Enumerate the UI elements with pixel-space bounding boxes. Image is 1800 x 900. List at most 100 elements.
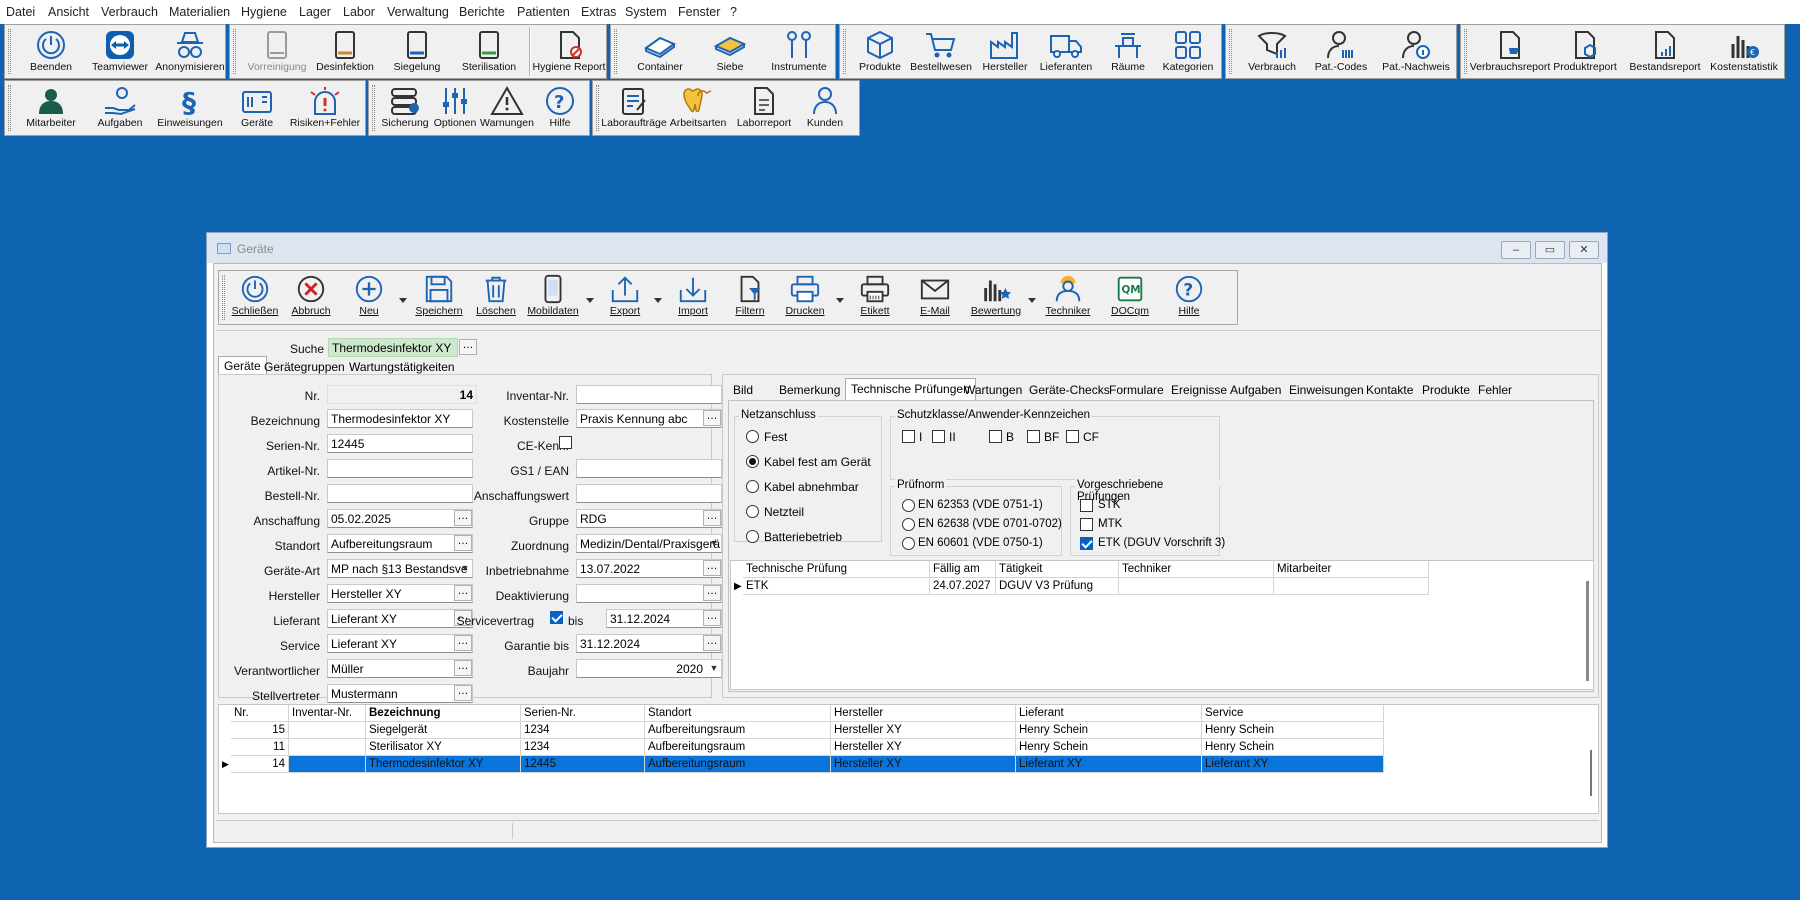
schutzklasse-cf-checkbox[interactable] — [1066, 430, 1079, 443]
table-cell[interactable]: Henry Schein — [1016, 739, 1202, 756]
arbeitsarten-button[interactable]: Arbeitsarten — [665, 81, 731, 135]
vertical-scrollbar[interactable] — [1590, 750, 1592, 796]
anschaffungswert-input[interactable] — [576, 484, 722, 503]
mtk-checkbox[interactable] — [1080, 518, 1093, 531]
col-header-techniker[interactable]: Techniker — [1119, 561, 1274, 578]
siebe-button[interactable]: Siebe — [697, 25, 763, 78]
siegelung-button[interactable]: Siegelung — [384, 25, 450, 78]
aufgaben-button[interactable]: Aufgaben — [87, 81, 153, 135]
bestell-nr-input[interactable] — [327, 484, 473, 503]
table-cell[interactable]: Henry Schein — [1202, 722, 1384, 739]
table-cell[interactable]: 11 — [231, 739, 289, 756]
tab-bild[interactable]: Bild — [733, 383, 753, 397]
etk-checkbox[interactable] — [1080, 537, 1093, 550]
mitarbeiter-button[interactable]: Mitarbeiter — [17, 81, 85, 135]
baujahr-select[interactable]: 2020 — [576, 659, 722, 678]
toolbar-grip[interactable] — [222, 275, 225, 320]
table-cell-selected[interactable]: Hersteller XY — [831, 756, 1016, 773]
risiken-fehler-button[interactable]: Risiken+Fehler — [285, 81, 365, 135]
tab-geraete[interactable]: Geräte — [218, 356, 267, 375]
bewertung-button[interactable]: Bewertung — [967, 271, 1025, 324]
toolbar-grip[interactable] — [372, 85, 375, 131]
hersteller-input[interactable]: Hersteller XY — [327, 584, 473, 603]
anonymisieren-button[interactable]: Anonymisieren — [155, 25, 225, 78]
ce-kenn-checkbox[interactable] — [559, 436, 572, 449]
export-dropdown-arrow[interactable] — [654, 298, 662, 303]
schutzklasse-bf-checkbox[interactable] — [1027, 430, 1040, 443]
schutzklasse-ii-checkbox[interactable] — [932, 430, 945, 443]
tab-formulare[interactable]: Formulare — [1109, 383, 1164, 397]
col-header-hersteller[interactable]: Hersteller — [831, 705, 1016, 722]
table-cell[interactable]: Hersteller XY — [831, 722, 1016, 739]
menu-fenster[interactable]: Fenster — [678, 5, 720, 19]
neu-button[interactable]: Neu — [343, 271, 395, 324]
service-input[interactable]: Lieferant XY — [327, 634, 473, 653]
filtern-button[interactable]: Filtern — [725, 271, 775, 324]
sterilisation-button[interactable]: Sterilisation — [454, 25, 524, 78]
tab-geraete-checks[interactable]: Geräte-Checks — [1029, 383, 1110, 397]
container-button[interactable]: Container — [623, 25, 697, 78]
desinfektion-button[interactable]: Desinfektion — [310, 25, 380, 78]
kostenstatistik-button[interactable]: € Kostenstatistik — [1705, 25, 1783, 78]
inbetriebnahme-ellipsis-button[interactable]: … — [703, 560, 721, 576]
menu-labor[interactable]: Labor — [343, 5, 375, 19]
lieferanten-button[interactable]: Lieferanten — [1034, 25, 1098, 78]
table-cell[interactable]: 15 — [231, 722, 289, 739]
col-header-service[interactable]: Service — [1202, 705, 1384, 722]
menu-patienten[interactable]: Patienten — [517, 5, 570, 19]
mobildaten-button[interactable]: Mobildaten — [523, 271, 583, 324]
table-cell[interactable]: Hersteller XY — [831, 739, 1016, 756]
menu-extras[interactable]: Extras — [581, 5, 616, 19]
table-cell[interactable]: Henry Schein — [1016, 722, 1202, 739]
toolbar-grip[interactable] — [233, 29, 236, 74]
kategorien-button[interactable]: Kategorien — [1156, 25, 1220, 78]
vorreinigung-button[interactable]: Vorreinigung — [244, 25, 310, 78]
table-cell[interactable]: ETK — [743, 578, 930, 595]
loeschen-button[interactable]: Löschen — [471, 271, 521, 324]
anschaffung-date-input[interactable]: 05.02.2025 — [327, 509, 473, 528]
toolbar-grip[interactable] — [596, 85, 599, 131]
neu-dropdown-arrow[interactable] — [399, 298, 407, 303]
bestandsreport-button[interactable]: Bestandsreport — [1625, 25, 1705, 78]
hilfe-button[interactable]: ? Hilfe — [533, 81, 587, 135]
radio-en-62638[interactable] — [902, 518, 915, 531]
kostenstelle-ellipsis-button[interactable]: … — [703, 410, 721, 426]
serien-nr-input[interactable]: 12445 — [327, 434, 473, 453]
menu-ansicht[interactable]: Ansicht — [48, 5, 89, 19]
garantie-ellipsis-button[interactable]: … — [703, 635, 721, 651]
table-cell[interactable] — [289, 722, 366, 739]
tab-technische-pruefungen[interactable]: Technische Prüfungen — [845, 378, 976, 400]
menu-berichte[interactable]: Berichte — [459, 5, 505, 19]
artikel-nr-input[interactable] — [327, 459, 473, 478]
produktreport-button[interactable]: Produktreport — [1549, 25, 1621, 78]
baujahr-chevron-down-icon[interactable]: ▼ — [708, 660, 720, 677]
tab-aufgaben[interactable]: Aufgaben — [1230, 383, 1281, 397]
table-cell-selected[interactable]: 12445 — [521, 756, 645, 773]
gruppe-input[interactable]: RDG — [576, 509, 722, 528]
techniker-button[interactable]: Techniker — [1039, 271, 1097, 324]
menu-verbrauch[interactable]: Verbrauch — [101, 5, 158, 19]
produkte-button[interactable]: Produkte — [850, 25, 910, 78]
tab-fehler[interactable]: Fehler — [1478, 383, 1512, 397]
stellvertreter-ellipsis-button[interactable]: … — [454, 685, 472, 701]
close-button[interactable]: ✕ — [1569, 241, 1599, 259]
docqm-button[interactable]: QM DOCqm — [1103, 271, 1157, 324]
teamviewer-button[interactable]: Teamviewer — [85, 25, 155, 78]
table-cell[interactable]: Sterilisator XY — [366, 739, 521, 756]
col-header-nr[interactable]: Nr. — [231, 705, 289, 722]
toolbar-grip[interactable] — [614, 29, 617, 74]
table-cell-selected[interactable]: Thermodesinfektor XY — [366, 756, 521, 773]
tab-bemerkung[interactable]: Bemerkung — [779, 383, 840, 397]
col-header-serien-nr[interactable]: Serien-Nr. — [521, 705, 645, 722]
maximize-button[interactable]: ▭ — [1535, 241, 1565, 259]
export-button[interactable]: Export — [599, 271, 651, 324]
toolbar-grip[interactable] — [8, 29, 11, 74]
table-cell[interactable]: Siegelgerät — [366, 722, 521, 739]
tab-geraetegruppen[interactable]: Gerätegruppen — [264, 360, 345, 374]
optionen-button[interactable]: Optionen — [429, 81, 481, 135]
gs1-ean-input[interactable] — [576, 459, 722, 478]
stellvertreter-input[interactable]: Mustermann — [327, 684, 473, 703]
laborauftraege-button[interactable]: Laboraufträge — [601, 81, 667, 135]
menu-hygiene[interactable]: Hygiene — [241, 5, 287, 19]
pat-codes-button[interactable]: Pat.-Codes — [1308, 25, 1374, 78]
